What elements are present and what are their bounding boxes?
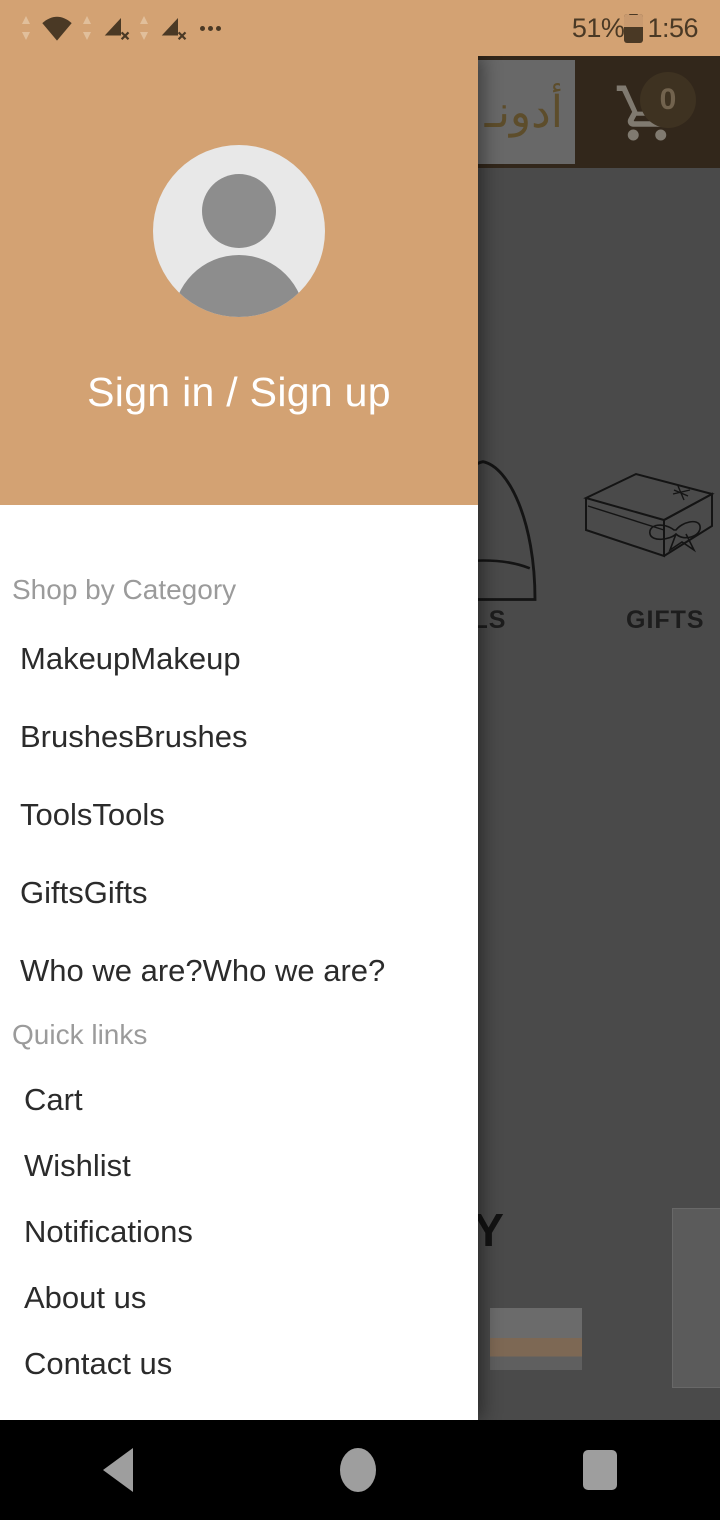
drawer-item-makeup[interactable]: MakeupMakeup — [20, 641, 241, 677]
status-bar: 51% 1:56 — [0, 0, 720, 56]
phone-screen: أدونـ 0 ؟ OLS — [0, 0, 720, 1520]
quick-links-header: Quick links — [12, 1019, 148, 1050]
battery-percent: 51% — [571, 12, 625, 43]
drawer-item-brushes[interactable]: BrushesBrushes — [20, 719, 247, 755]
more-icons-ellipsis — [200, 25, 221, 31]
avatar-body — [173, 255, 305, 317]
clock: 1:56 — [647, 12, 698, 43]
android-nav-bar — [0, 1420, 720, 1520]
drawer-item-gifts[interactable]: GiftsGifts — [20, 875, 147, 911]
signal-no-sim-icon — [161, 18, 187, 41]
wifi-icon — [42, 16, 72, 41]
recents-square-icon[interactable] — [582, 1450, 617, 1490]
data-transfer-arrows-icon — [22, 15, 31, 41]
drawer-item-wishlist[interactable]: Wishlist — [24, 1148, 131, 1184]
shop-by-category-header: Shop by Category — [12, 574, 237, 605]
drawer-item-who-we-are[interactable]: Who we are?Who we are? — [20, 953, 385, 989]
battery-icon — [624, 13, 644, 43]
drawer-header[interactable]: Sign in / Sign up — [0, 56, 478, 505]
home-circle-icon[interactable] — [339, 1448, 376, 1492]
sign-in-sign-up-label[interactable]: Sign in / Sign up — [87, 369, 391, 416]
drawer-item-tools[interactable]: ToolsTools — [20, 797, 165, 833]
data-transfer-arrows-icon — [83, 15, 92, 41]
navigation-drawer: Sign in / Sign up Shop by Category Makeu… — [0, 56, 478, 1420]
drawer-item-cart[interactable]: Cart — [24, 1082, 83, 1118]
signal-no-sim-icon — [104, 18, 130, 41]
avatar-head — [202, 174, 276, 248]
drawer-item-contact-us[interactable]: Contact us — [24, 1346, 172, 1382]
drawer-item-notifications[interactable]: Notifications — [24, 1214, 193, 1250]
data-transfer-arrows-icon — [140, 15, 149, 41]
back-triangle-icon[interactable] — [103, 1448, 134, 1492]
user-avatar-icon — [153, 145, 325, 317]
drawer-item-about-us[interactable]: About us — [24, 1280, 146, 1316]
